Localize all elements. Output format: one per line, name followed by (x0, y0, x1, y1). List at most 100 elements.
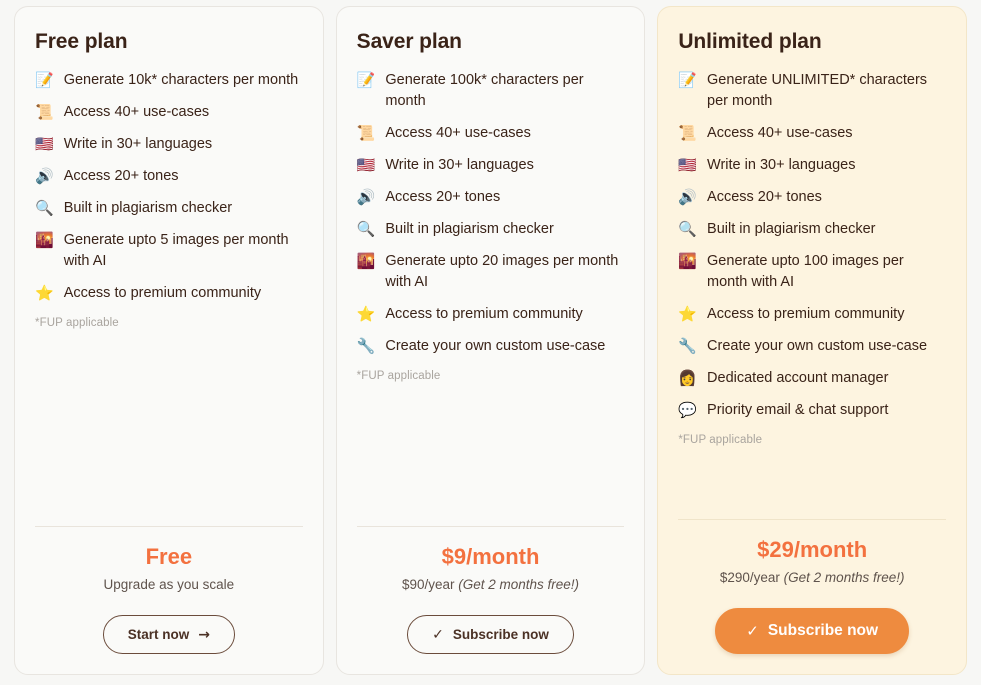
feature-label: Access to premium community (63, 285, 262, 302)
memo-icon: 📝 (356, 71, 376, 90)
feature-item: 📜 Access 40+ use-cases (357, 123, 625, 144)
feature-label: Access 40+ use-cases (63, 104, 210, 121)
price-subtext: $290/year (Get 2 months free!) (678, 569, 946, 587)
price-subtext: Upgrade as you scale (35, 576, 303, 594)
feature-item: 📝 Generate UNLIMITED* characters per mont… (678, 70, 946, 112)
feature-label: Generate upto 100 images per month with … (707, 253, 904, 291)
feature-label: Access to premium community (385, 306, 583, 323)
card-divider (35, 526, 303, 528)
memo-icon: 📝 (35, 71, 54, 90)
feature-label: Write in 30+ languages (63, 136, 213, 153)
feature-label: Dedicated account manager (707, 370, 889, 387)
feature-label: Generate UNLIMITED* characters per month (707, 72, 928, 110)
plan-cta-button[interactable]: ✓ Subscribe now (407, 615, 574, 654)
feature-item: 🔊 Access 20+ tones (357, 187, 625, 208)
star-icon: ⭐ (356, 305, 376, 324)
feature-item: 👩 Dedicated account manager (678, 368, 946, 389)
star-icon: ⭐ (35, 284, 54, 303)
price-yearly: $290/year (719, 569, 784, 585)
feature-item: 🔊 Access 20+ tones (678, 187, 946, 208)
feature-list: 📝 Generate 10k* characters per month 📜 Acce… (35, 70, 303, 304)
flag-icon: 🇺🇸 (356, 156, 376, 175)
feature-item: 🔊 Access 20+ tones (35, 166, 303, 187)
feature-label: Write in 30+ languages (707, 157, 856, 174)
price-subtext: $90/year (Get 2 months free!) (357, 576, 625, 594)
wrench-icon: 🔧 (356, 337, 376, 356)
feature-list: 📝 Generate 100k* characters per month 📜 Acc… (357, 70, 625, 357)
price-amount: $9/month (441, 544, 540, 570)
feature-item: 🇺🇸 Write in 30+ languages (357, 155, 625, 176)
price-amount: Free (145, 544, 193, 570)
cta-label: Start now (127, 627, 190, 642)
card-divider (356, 526, 625, 528)
plan-cta-button[interactable]: ✓ Subscribe now (715, 608, 910, 654)
feature-label: Generate 100k* characters per month (385, 72, 584, 110)
feature-label: Access 20+ tones (707, 189, 822, 206)
feature-item: 🌇 Generate upto 100 images per month with… (678, 251, 946, 293)
wrench-icon: 🔧 (678, 337, 698, 356)
feature-label: Generate upto 20 images per month with A… (385, 253, 619, 291)
feature-item: 🇺🇸 Write in 30+ languages (35, 134, 303, 155)
feature-item: ⭐ Access to premium community (678, 304, 946, 325)
speaker-icon: 🔊 (35, 167, 54, 186)
feature-label: Create your own custom use-case (385, 338, 606, 355)
flag-icon: 🇺🇸 (678, 156, 698, 175)
feature-label: Built in plagiarism checker (63, 200, 233, 217)
feature-item: ⭐ Access to premium community (35, 283, 303, 304)
speaker-icon: 🔊 (356, 188, 376, 207)
plan-title: Free plan (35, 30, 128, 53)
feature-item: 📜 Access 40+ use-cases (678, 123, 946, 144)
account-manager-icon: 👩 (678, 369, 698, 388)
arrow-right-icon: → (198, 626, 210, 643)
plan-card-unlimited-plan: Unlimited plan 📝 Generate UNLIMITED* chara… (657, 6, 968, 675)
feature-item: 🌇 Generate upto 20 images per month with … (357, 251, 625, 293)
feature-item: 🔍 Built in plagiarism checker (357, 219, 625, 240)
feature-label: Write in 30+ languages (385, 157, 534, 174)
feature-label: Access 20+ tones (63, 168, 179, 185)
feature-item: 🌇 Generate upto 5 images per month with A… (35, 230, 303, 272)
feature-label: Generate upto 5 images per month with AI (63, 232, 289, 270)
scroll-icon: 📜 (356, 124, 376, 143)
pricing-plans-container: Free plan 📝 Generate 10k* characters per m… (0, 0, 981, 685)
feature-item: ⭐ Access to premium community (357, 304, 625, 325)
feature-item: 📜 Access 40+ use-cases (35, 102, 303, 123)
fup-note: *FUP applicable (678, 434, 763, 447)
price-block: $29/month $290/year (Get 2 months free!) (678, 536, 946, 587)
feature-label: Access to premium community (707, 306, 905, 323)
feature-item: 📝 Generate 100k* characters per month (357, 70, 625, 112)
fup-note: *FUP applicable (356, 370, 441, 383)
feature-label: Access 20+ tones (385, 189, 501, 206)
cta-label: Subscribe now (452, 627, 549, 642)
card-divider (678, 519, 947, 521)
feature-item: 💬 Priority email & chat support (678, 400, 946, 421)
plan-card-saver-plan: Saver plan 📝 Generate 100k* characters per… (335, 6, 646, 675)
scroll-icon: 📜 (678, 124, 698, 143)
plan-cta-button[interactable]: Start now → (102, 615, 235, 654)
feature-label: Built in plagiarism checker (707, 221, 876, 238)
feature-list: 📝 Generate UNLIMITED* characters per mont… (678, 70, 946, 421)
price-yearly: Upgrade as you scale (103, 576, 235, 592)
flex-spacer (35, 329, 303, 526)
price-block: Free Upgrade as you scale (35, 543, 303, 594)
star-icon: ⭐ (678, 305, 698, 324)
feature-item: 📝 Generate 10k* characters per month (35, 70, 303, 91)
feature-label: Priority email & chat support (707, 402, 889, 419)
feature-item: 🇺🇸 Write in 30+ languages (678, 155, 946, 176)
check-icon: ✓ (746, 621, 759, 640)
feature-label: Access 40+ use-cases (385, 125, 531, 142)
cityscape-icon: 🌇 (35, 231, 54, 250)
feature-label: Generate 10k* characters per month (63, 72, 299, 89)
feature-item: 🔍 Built in plagiarism checker (35, 198, 303, 219)
price-amount: $29/month (757, 537, 868, 563)
magnifying-glass-icon: 🔍 (678, 220, 698, 239)
magnifying-glass-icon: 🔍 (35, 199, 54, 218)
plan-card-free-plan: Free plan 📝 Generate 10k* characters per m… (14, 6, 324, 675)
flex-spacer (357, 382, 625, 526)
scroll-icon: 📜 (35, 103, 54, 122)
cityscape-icon: 🌇 (678, 252, 698, 271)
plan-title: Unlimited plan (678, 30, 822, 53)
plan-title: Saver plan (356, 30, 462, 53)
price-promo: (Get 2 months free!) (458, 576, 580, 592)
flex-spacer (678, 446, 946, 519)
check-icon: ✓ (432, 626, 444, 643)
